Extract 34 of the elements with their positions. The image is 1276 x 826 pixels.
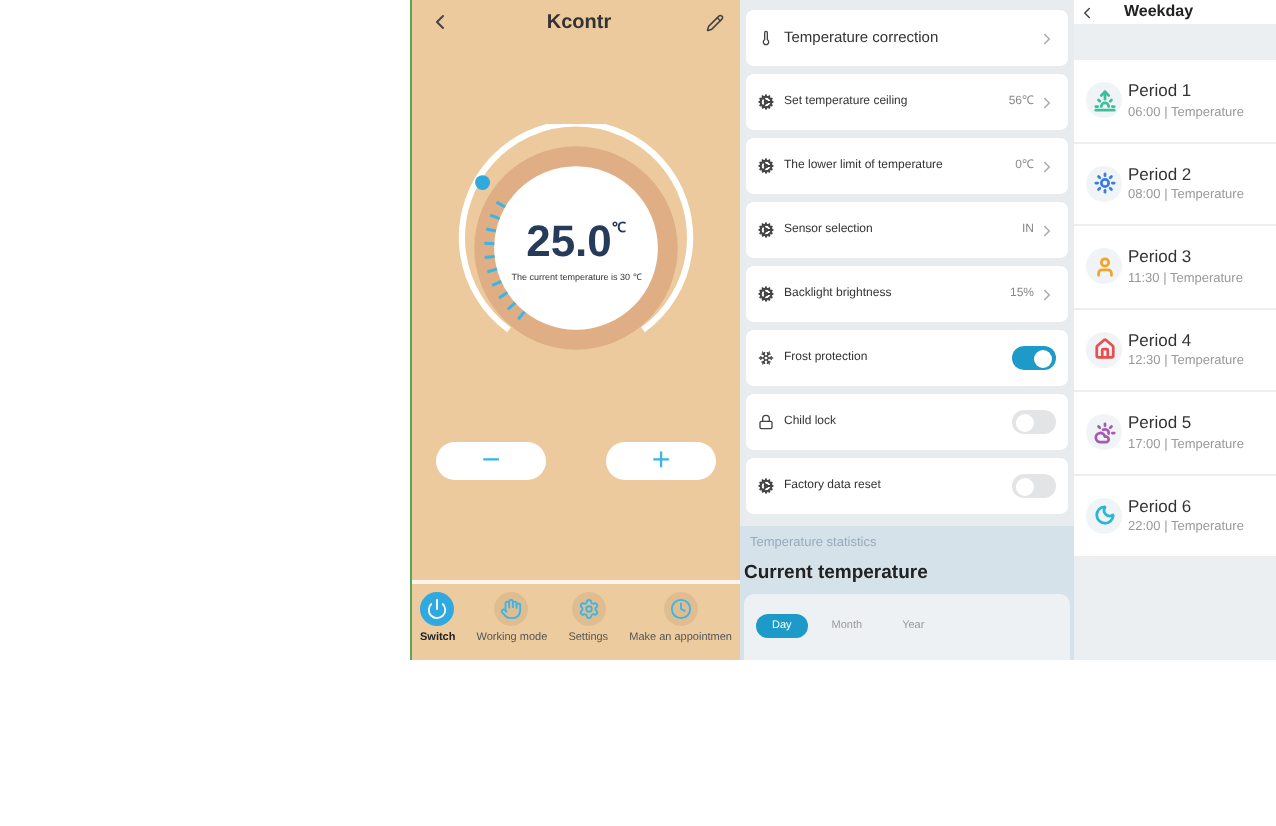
chevron-icon [1038,93,1056,111]
scale-ticks [484,200,526,321]
period-name: Period 2 [1128,161,1194,187]
gear-icon [758,478,774,494]
hand-icon [500,598,523,620]
set-temperature: 25.0 [526,219,612,264]
chevron-icon [1038,157,1056,175]
lock-icon [758,414,774,430]
period-name: Period 6 [1128,493,1194,519]
toggle-switch[interactable] [1012,346,1056,370]
section-title: Current temperature [744,559,930,588]
chevron-icon [1038,285,1056,303]
period-name: Period 3 [1128,244,1194,270]
gear-icon [758,94,774,110]
chevron-icon [1038,221,1056,239]
dial-knob[interactable] [475,175,490,190]
settings-icon [577,598,600,620]
power-icon [426,598,449,620]
snow-icon [758,350,774,366]
clock-icon [669,598,692,620]
device-title: Kcontr [546,9,612,37]
period-name: Period 5 [1128,410,1194,436]
back-icon[interactable] [1078,3,1096,21]
schedule-title: Weekday [1124,0,1194,24]
toggle-switch[interactable] [1012,474,1056,498]
gear-icon [758,158,774,174]
toggle-switch[interactable] [1012,410,1056,434]
edit-icon[interactable] [705,13,724,31]
thermo-icon [758,30,774,46]
period-name: Period 1 [1128,78,1194,104]
chevron-icon [1038,29,1056,47]
gear-icon [758,286,774,302]
gear-icon [758,222,774,238]
period-name: Period 4 [1128,327,1194,353]
